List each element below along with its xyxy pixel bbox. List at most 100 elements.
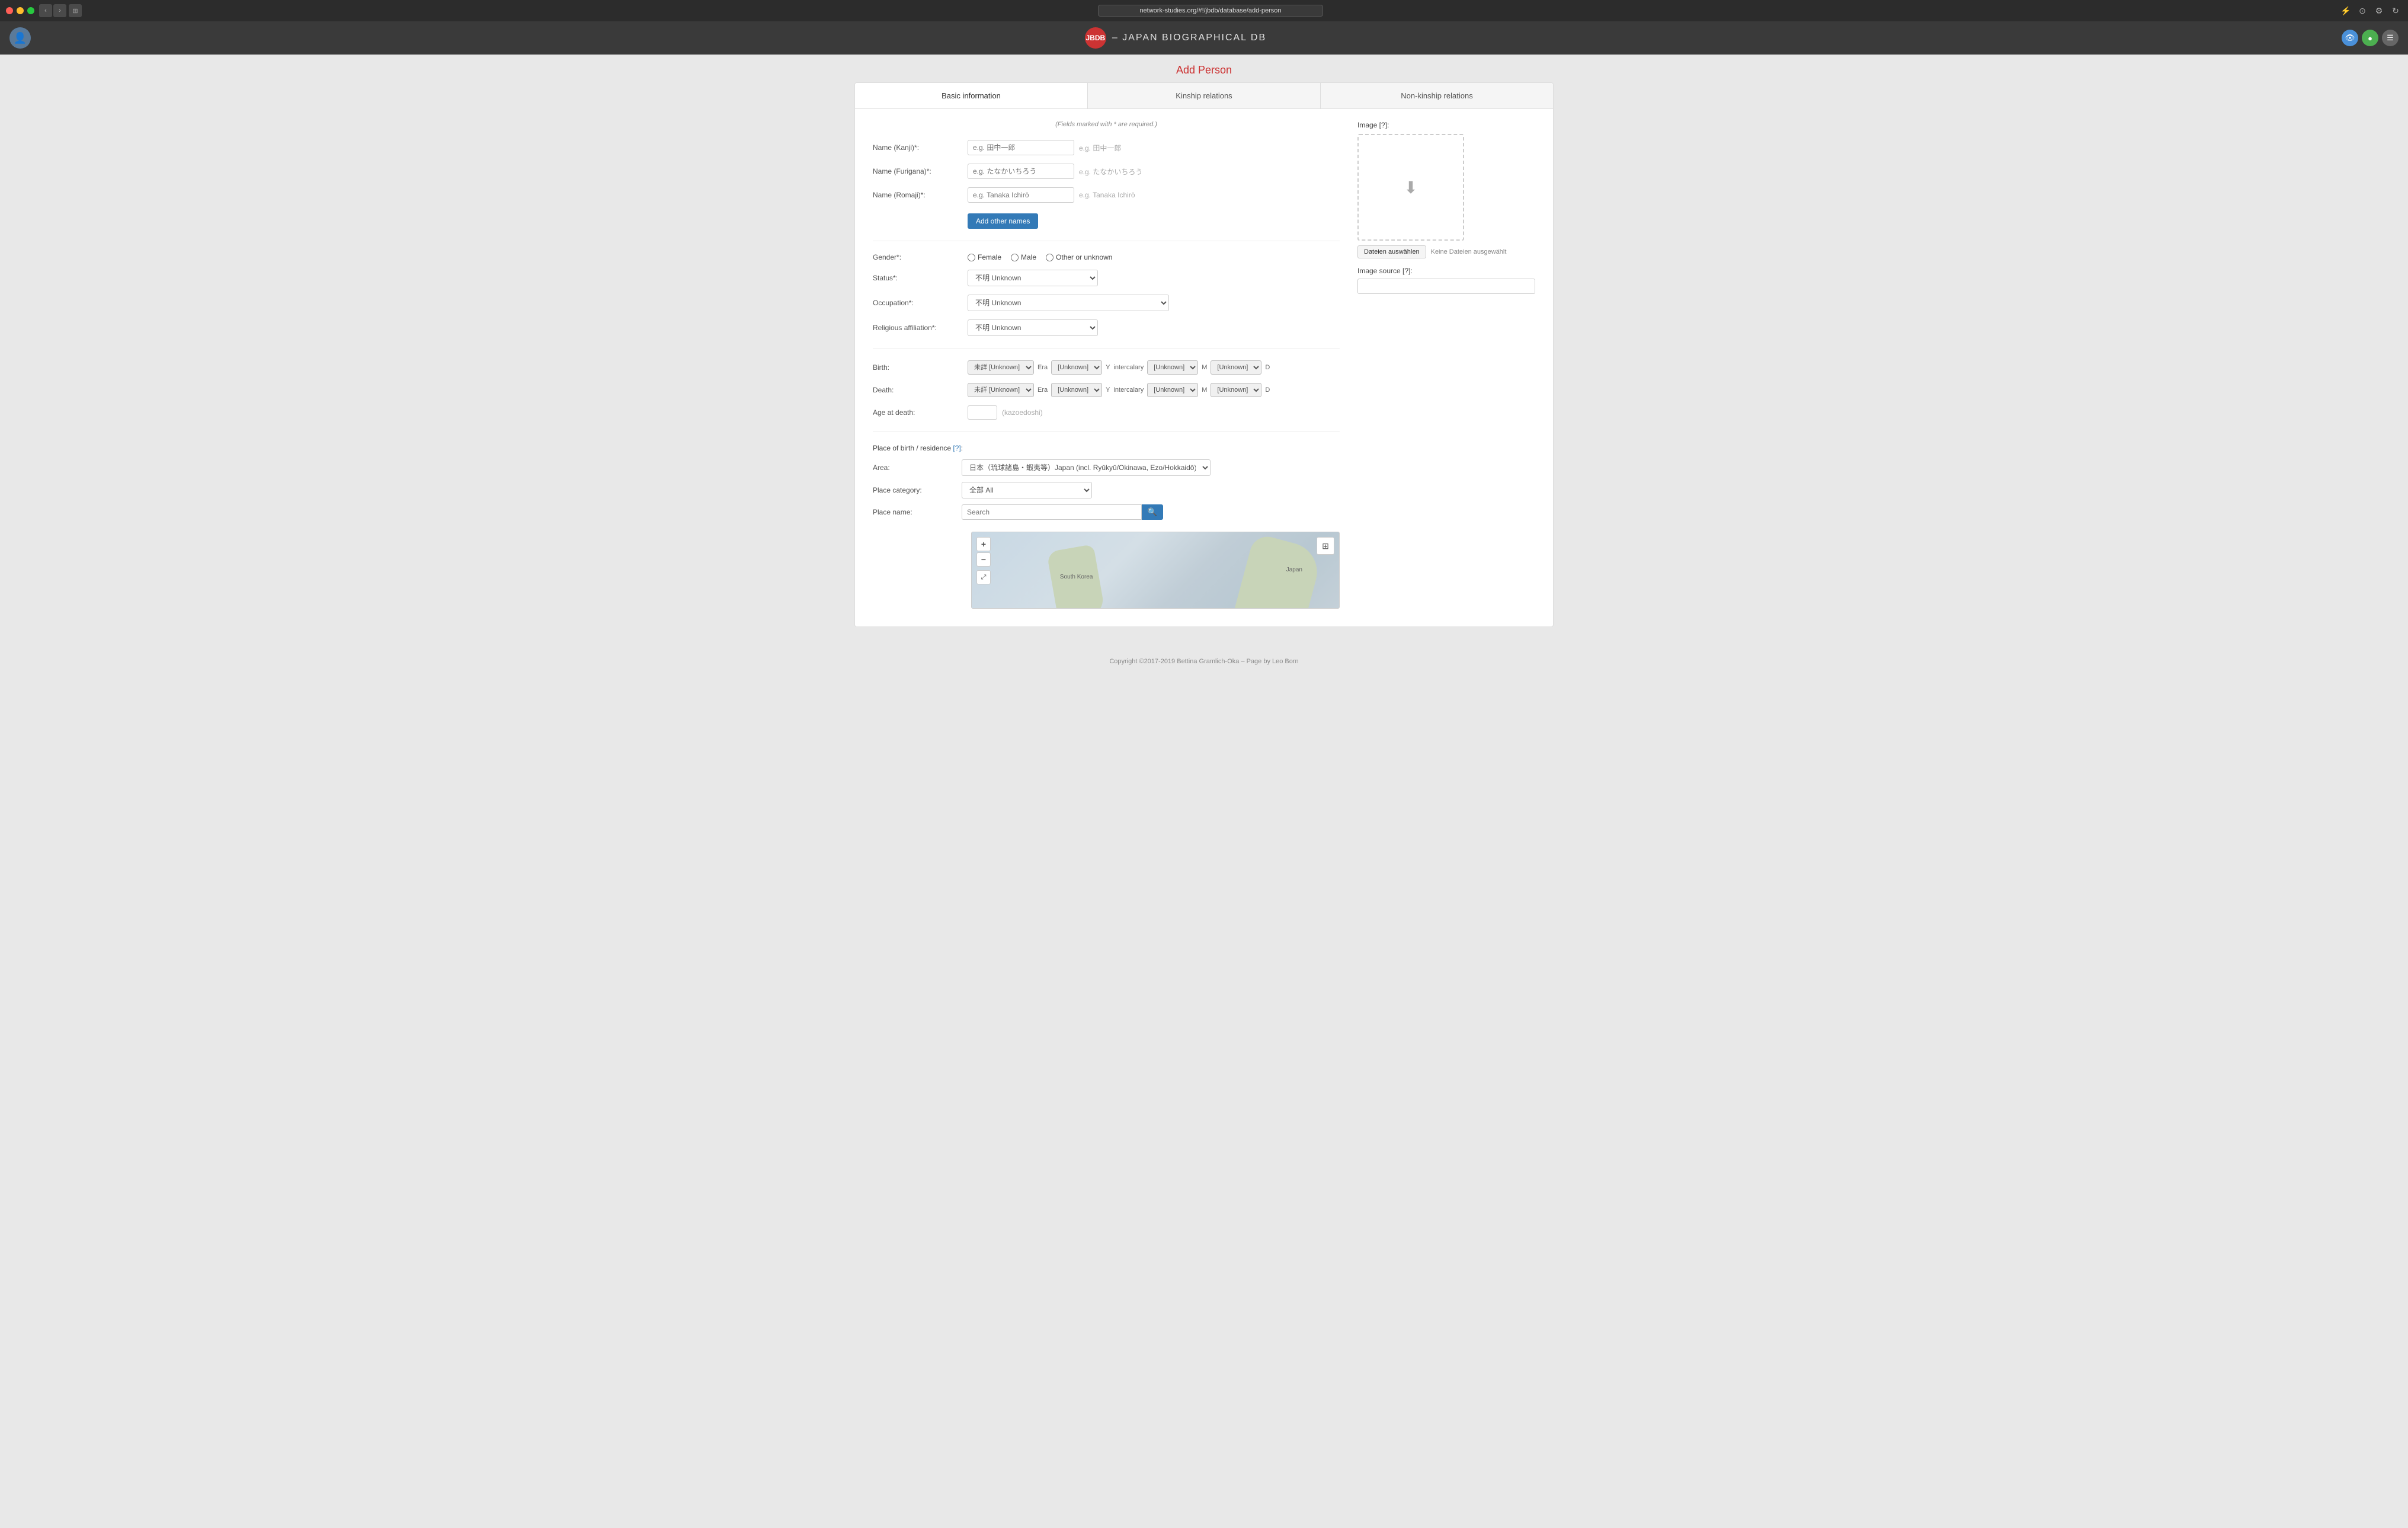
search-icon: 🔍 <box>1148 507 1157 516</box>
page-content: Add Person Basic information Kinship rel… <box>0 55 2408 651</box>
occupation-select[interactable]: 不明 Unknown <box>968 295 1169 311</box>
user-avatar[interactable]: 👤 <box>9 27 31 49</box>
gender-male-radio[interactable] <box>1011 254 1019 261</box>
close-button[interactable] <box>6 7 13 14</box>
map-controls: + − ⤢ <box>976 537 991 584</box>
gender-female-option[interactable]: Female <box>968 253 1001 261</box>
app-header: 👤 JBDB – Japan Biographical DB 👁 ● ☰ <box>0 21 2408 55</box>
name-kanji-input[interactable] <box>968 140 1074 155</box>
gender-other-radio[interactable] <box>1046 254 1054 261</box>
area-select[interactable]: 日本（琉球諸島・蝦夷等）Japan (incl. Ryūkyū/Okinawa,… <box>962 459 1211 476</box>
map-background: South Korea Japan <box>972 532 1339 608</box>
back-button[interactable]: ‹ <box>39 4 52 17</box>
name-romaji-hint: e.g. Tanaka Ichirō <box>1079 191 1135 199</box>
page-footer: Copyright ©2017-2019 Bettina Gramlich-Ok… <box>0 651 2408 672</box>
birth-intercalary-label: intercalary <box>1113 364 1144 371</box>
place-category-select[interactable]: 全部 All <box>962 482 1092 498</box>
place-section: Place of birth / residence [?]: Area: 日本… <box>873 444 1340 520</box>
profile-icon[interactable]: ⊙ <box>2356 4 2369 17</box>
death-day-select[interactable]: [Unknown] <box>1211 383 1261 397</box>
eye-button[interactable]: 👁 <box>2342 30 2358 46</box>
page-title-bar: Add Person <box>24 55 2384 82</box>
death-era-select[interactable]: [Unknown] <box>1051 383 1102 397</box>
religious-select[interactable]: 不明 Unknown <box>968 319 1098 336</box>
address-bar[interactable]: network-studies.org/#!/jbdb/database/add… <box>1098 5 1323 17</box>
area-label: Area: <box>873 463 962 472</box>
place-help-link[interactable]: [?] <box>953 444 960 452</box>
map-label-korea: South Korea <box>1060 574 1093 580</box>
refresh-icon[interactable]: ↻ <box>2389 4 2402 17</box>
birth-row: Birth: 未詳 [Unknown] Era [Unknown] Y inte… <box>873 360 1340 375</box>
gender-female-radio[interactable] <box>968 254 975 261</box>
map-label-japan: Japan <box>1286 567 1302 573</box>
death-m-label: M <box>1202 386 1207 394</box>
map-fullscreen-button[interactable]: ⤢ <box>976 570 991 584</box>
age-at-death-input[interactable] <box>968 405 997 420</box>
place-search-input[interactable] <box>962 504 1142 520</box>
name-furigana-label: Name (Furigana)*: <box>873 167 968 175</box>
forward-button[interactable]: › <box>53 4 66 17</box>
religious-label: Religious affiliation*: <box>873 324 968 332</box>
birth-label: Birth: <box>873 363 968 372</box>
app-title: – Japan Biographical DB <box>1112 33 1266 43</box>
kazoedoshi-label: (kazoedoshi) <box>1002 408 1043 417</box>
traffic-lights <box>6 7 34 14</box>
map-zoom-in-button[interactable]: + <box>976 537 991 551</box>
layers-icon: ⊞ <box>1322 541 1329 551</box>
occupation-row: Occupation*: 不明 Unknown <box>873 295 1340 311</box>
birth-day-select[interactable]: [Unknown] <box>1211 360 1261 375</box>
maximize-button[interactable] <box>27 7 34 14</box>
status-select[interactable]: 不明 Unknown <box>968 270 1098 286</box>
area-row: Area: 日本（琉球諸島・蝦夷等）Japan (incl. Ryūkyū/Ok… <box>873 459 1340 476</box>
map-layer-button[interactable]: ⊞ <box>1317 537 1334 555</box>
name-furigana-input[interactable] <box>968 164 1074 179</box>
form-side: Image [?]: ⬇ Dateien auswählen Keine Dat… <box>1357 121 1535 609</box>
map-container: South Korea Japan + − ⤢ ⊞ <box>971 532 1340 609</box>
name-kanji-row: Name (Kanji)*: e.g. 田中一郎 <box>873 140 1340 155</box>
tab-kinship-relations[interactable]: Kinship relations <box>1088 83 1321 108</box>
image-dropzone[interactable]: ⬇ <box>1357 134 1464 241</box>
age-at-death-row: Age at death: (kazoedoshi) <box>873 405 1340 420</box>
name-romaji-input[interactable] <box>968 187 1074 203</box>
image-file-row: Dateien auswählen Keine Dateien ausgewäh… <box>1357 245 1535 258</box>
settings-icon[interactable]: ⚙ <box>2372 4 2385 17</box>
add-other-names-button[interactable]: Add other names <box>968 213 1038 229</box>
name-kanji-hint: e.g. 田中一郎 <box>1079 143 1121 153</box>
name-kanji-label: Name (Kanji)*: <box>873 143 968 152</box>
gender-female-label: Female <box>978 253 1001 261</box>
choose-file-button[interactable]: Dateien auswählen <box>1357 245 1426 258</box>
place-name-label: Place name: <box>873 508 962 516</box>
gender-male-option[interactable]: Male <box>1011 253 1036 261</box>
birth-intercalary-select[interactable]: [Unknown] <box>1147 360 1198 375</box>
birth-y-label: Y <box>1106 364 1110 371</box>
status-label: Status*: <box>873 274 968 282</box>
death-intercalary-select[interactable]: [Unknown] <box>1147 383 1198 397</box>
footer-copyright: Copyright ©2017-2019 Bettina Gramlich-Ok… <box>1109 658 1298 665</box>
toolbar-right: ⚡ ⊙ ⚙ ↻ <box>2339 4 2402 17</box>
birth-date-row: 未詳 [Unknown] Era [Unknown] Y intercalary… <box>968 360 1270 375</box>
minimize-button[interactable] <box>17 7 24 14</box>
birth-era-select[interactable]: [Unknown] <box>1051 360 1102 375</box>
tab-overview-button[interactable]: ⊞ <box>69 4 82 17</box>
extensions-icon[interactable]: ⚡ <box>2339 4 2352 17</box>
birth-era-label: Era <box>1038 364 1048 371</box>
death-year-select[interactable]: 未詳 [Unknown] <box>968 383 1034 397</box>
status-button[interactable]: ● <box>2362 30 2378 46</box>
address-bar-wrap: network-studies.org/#!/jbdb/database/add… <box>82 5 2339 17</box>
required-note: (Fields marked with * are required.) <box>873 121 1340 128</box>
tab-non-kinship-relations[interactable]: Non-kinship relations <box>1321 83 1553 108</box>
map-zoom-out-button[interactable]: − <box>976 552 991 567</box>
image-source-input[interactable] <box>1357 279 1535 294</box>
birth-year-select[interactable]: 未詳 [Unknown] <box>968 360 1034 375</box>
birth-m-label: M <box>1202 364 1207 371</box>
place-category-row: Place category: 全部 All <box>873 482 1340 498</box>
tab-basic-information[interactable]: Basic information <box>855 83 1088 108</box>
name-furigana-row: Name (Furigana)*: e.g. たなかいちろう <box>873 164 1340 179</box>
menu-button[interactable]: ☰ <box>2382 30 2399 46</box>
name-romaji-row: Name (Romaji)*: e.g. Tanaka Ichirō <box>873 187 1340 203</box>
place-search-button[interactable]: 🔍 <box>1142 504 1163 520</box>
death-date-row: 未詳 [Unknown] Era [Unknown] Y intercalary… <box>968 383 1270 397</box>
gender-other-option[interactable]: Other or unknown <box>1046 253 1112 261</box>
image-label: Image [?]: <box>1357 121 1535 129</box>
place-search-wrap: 🔍 <box>962 504 1163 520</box>
